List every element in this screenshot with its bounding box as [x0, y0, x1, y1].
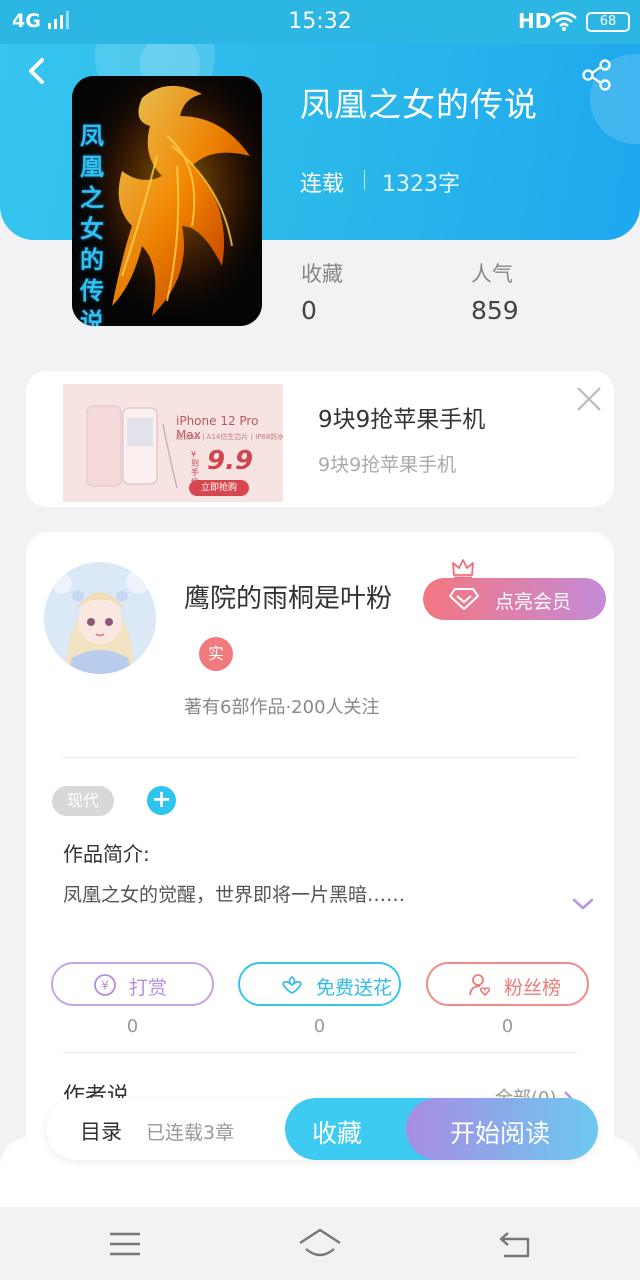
book-status: 连载 [300, 172, 345, 197]
serial-info: 已连载3章 [146, 1122, 235, 1144]
user-heart-icon [469, 974, 491, 997]
fan-count: 0 [501, 1016, 514, 1037]
meta-divider [364, 170, 365, 190]
hd-indicator: HD [518, 9, 552, 33]
share-icon [582, 59, 611, 91]
cover-title: 凤 凰 之 女 的 传 说 [78, 120, 106, 326]
collect-label: 收藏 [312, 1119, 363, 1148]
plus-icon: + [151, 785, 172, 813]
book-cover[interactable]: 凤 凰 之 女 的 传 说 [72, 76, 262, 326]
intro-label: 作品简介: [63, 842, 150, 866]
fan-rank-label: 粉丝榜 [504, 977, 562, 999]
favorites-label: 收藏 [301, 262, 343, 286]
cover-char: 传 [80, 276, 104, 305]
ad-subtitle: 9块9抢苹果手机 [318, 454, 457, 476]
popularity-value: 859 [471, 296, 519, 325]
iphone-ad-illustration [63, 384, 283, 502]
tag-chip[interactable]: 现代 [52, 786, 114, 816]
ad-image-cta: 立即抢购 [189, 480, 249, 496]
toc-button[interactable]: 目录 [80, 1116, 122, 1146]
fan-rank-button[interactable]: 粉丝榜 [426, 962, 589, 1006]
wifi-icon [551, 11, 577, 31]
author-avatar[interactable] [44, 562, 156, 674]
book-title: 凤凰之女的传说 [300, 85, 538, 124]
popularity-label: 人气 [471, 262, 513, 286]
tip-button[interactable]: ¥ 打赏 [51, 962, 214, 1006]
ad-image-price: 9.9 [207, 446, 254, 476]
flower-icon [282, 976, 302, 994]
favorites-value: 0 [301, 296, 317, 325]
vip-button[interactable]: 点亮会员 [423, 578, 606, 620]
back-icon [29, 58, 44, 84]
ad-close-button[interactable] [574, 384, 604, 414]
close-icon [577, 387, 601, 411]
system-nav-bar [0, 1207, 640, 1280]
word-count: 1323字 [382, 172, 460, 197]
cover-char: 凰 [80, 152, 104, 181]
crown-icon [452, 559, 474, 579]
diamond-icon [449, 588, 479, 610]
chevron-down-icon[interactable] [570, 894, 596, 914]
battery-indicator: 68 [586, 12, 630, 32]
divider [62, 757, 578, 758]
menu-icon[interactable] [108, 1231, 142, 1257]
status-bar: 4G 15:32 HD 68 [0, 0, 640, 44]
avatar-illustration [44, 562, 156, 674]
divider [62, 1052, 578, 1053]
verified-badge: 实 [199, 637, 233, 671]
yen-icon: ¥ [94, 974, 116, 996]
start-reading-label: 开始阅读 [450, 1119, 551, 1148]
home-icon[interactable] [298, 1227, 342, 1259]
cover-char: 女 [80, 214, 104, 243]
start-reading-button[interactable]: 开始阅读 [406, 1098, 598, 1160]
send-flower-button[interactable]: 免费送花 [238, 962, 401, 1006]
cover-char: 之 [80, 183, 104, 212]
tip-label: 打赏 [129, 977, 168, 999]
svg-text:¥: ¥ [101, 979, 109, 993]
share-button[interactable] [580, 58, 614, 92]
ad-image-features: 超快5G | A14仿生芯片 | IP68防水 [176, 433, 283, 441]
flower-count: 0 [313, 1016, 326, 1037]
tip-count: 0 [126, 1016, 139, 1037]
back-button[interactable] [22, 54, 52, 90]
return-icon[interactable] [498, 1229, 532, 1259]
intro-text: 凤凰之女的觉醒，世界即将一片黑暗…… [63, 884, 406, 906]
send-flower-label: 免费送花 [316, 977, 393, 999]
vip-button-label: 点亮会员 [495, 591, 572, 613]
ad-title[interactable]: 9块9抢苹果手机 [318, 400, 485, 434]
cover-char: 凤 [80, 121, 104, 150]
add-tag-button[interactable]: + [147, 786, 176, 815]
author-name[interactable]: 鹰院的雨桐是叶粉 [184, 578, 392, 615]
cover-char: 的 [80, 245, 104, 274]
author-stats: 著有6部作品·200人关注 [184, 697, 380, 718]
cover-char: 说 [80, 307, 104, 326]
ad-image[interactable]: iPhone 12 Pro Max 超快5G | A14仿生芯片 | IP68防… [63, 384, 283, 502]
